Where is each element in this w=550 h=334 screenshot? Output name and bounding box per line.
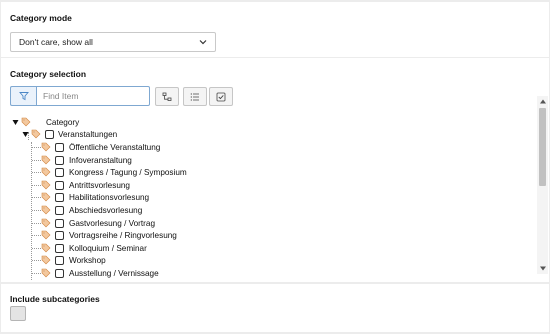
tree-view-button[interactable]: [155, 87, 179, 106]
tree-item-child[interactable]: Kolloquium / Seminar: [41, 242, 147, 254]
checkbox[interactable]: [55, 268, 64, 278]
tag-icon: [41, 230, 51, 240]
checkbox[interactable]: [45, 129, 54, 139]
filter-button[interactable]: [10, 86, 36, 106]
tag-icon: [41, 192, 51, 202]
category-selection-panel: Category selection Find Item Category Ve…: [1, 58, 549, 282]
tree-item-child[interactable]: Kongress / Tagung / Symposium: [41, 166, 187, 178]
scroll-thumb[interactable]: [539, 108, 546, 186]
category-mode-title: Category mode: [10, 13, 72, 23]
list-view-button[interactable]: [183, 87, 207, 106]
category-mode-selected-value: Don't care, show all: [19, 37, 93, 47]
tag-icon: [41, 155, 51, 165]
tree-item-label: Infoveranstaltung: [69, 155, 132, 165]
list-icon: [190, 92, 199, 101]
tree-item-label: Vortragsreihe / Ringvorlesung: [69, 230, 177, 240]
tag-icon: [31, 129, 41, 139]
include-subcategories-title: Include subcategories: [10, 294, 100, 304]
find-item-input[interactable]: [36, 86, 150, 106]
checkbox[interactable]: [55, 218, 64, 228]
category-tree: Category Veranstaltungen Öffentliche Ver…: [1, 112, 549, 280]
checkbox[interactable]: [55, 142, 64, 152]
tree-item-label: Habilitationsvorlesung: [69, 192, 150, 202]
select-all-button[interactable]: [209, 87, 233, 106]
scroll-up-icon[interactable]: [540, 99, 546, 104]
tree-item-child[interactable]: Antrittsvorlesung: [41, 179, 130, 191]
chevron-down-icon: [199, 40, 207, 45]
tree-item-label: Kolloquium / Seminar: [69, 243, 147, 253]
tree-item-label: Veranstaltungen: [58, 129, 118, 139]
checkbox-checked-icon: [216, 92, 226, 101]
filter-icon: [18, 92, 29, 101]
tag-icon: [41, 167, 51, 177]
category-mode-select[interactable]: Don't care, show all: [10, 32, 216, 52]
tree-item-child[interactable]: Öffentliche Veranstaltung: [41, 141, 160, 153]
tree-item-label: Öffentliche Veranstaltung: [69, 142, 161, 152]
category-mode-panel: Category mode Don't care, show all: [1, 2, 549, 57]
scroll-down-icon[interactable]: [540, 266, 546, 271]
tree-item-child[interactable]: Abschiedsvorlesung: [41, 204, 142, 216]
tree-item-child[interactable]: Vortragsreihe / Ringvorlesung: [41, 229, 177, 241]
tag-icon: [41, 268, 51, 278]
checkbox[interactable]: [55, 230, 64, 240]
checkbox[interactable]: [55, 180, 64, 190]
caret-down-icon[interactable]: [22, 131, 29, 138]
include-subcategories-toggle[interactable]: [10, 306, 26, 321]
tag-icon: [41, 142, 51, 152]
tree-item-veranstaltungen[interactable]: Veranstaltungen: [22, 128, 117, 140]
tree-root-category[interactable]: Category: [12, 116, 79, 128]
include-subcategories-panel: Include subcategories: [1, 284, 549, 332]
tree-item-label: Antrittsvorlesung: [69, 180, 130, 190]
checkbox[interactable]: [55, 243, 64, 253]
tree-item-child[interactable]: Workshop: [41, 254, 106, 266]
checkbox[interactable]: [55, 167, 64, 177]
tree-structure-icon: [162, 92, 171, 101]
tree-item-label: Abschiedsvorlesung: [69, 205, 143, 215]
tree-item-label: Kongress / Tagung / Symposium: [69, 167, 187, 177]
tree-root-label: Category: [46, 117, 80, 127]
tag-icon: [41, 205, 51, 215]
tree-scrollbar[interactable]: [537, 96, 548, 274]
checkbox[interactable]: [55, 205, 64, 215]
tree-item-child[interactable]: Gastvorlesung / Vortrag: [41, 217, 155, 229]
category-selection-title: Category selection: [10, 69, 87, 79]
tag-icon: [41, 243, 51, 253]
tree-item-label: Gastvorlesung / Vortrag: [69, 218, 156, 228]
checkbox[interactable]: [55, 155, 64, 165]
tree-item-child[interactable]: Habilitationsvorlesung: [41, 191, 149, 203]
checkbox[interactable]: [55, 255, 64, 265]
tree-item-label: Ausstellung / Vernissage: [69, 268, 159, 278]
tree-item-child[interactable]: Infoveranstaltung: [41, 154, 132, 166]
tag-icon: [41, 180, 51, 190]
caret-down-icon[interactable]: [12, 119, 19, 126]
tag-icon: [41, 255, 51, 265]
tag-icon: [41, 218, 51, 228]
tree-item-label: Workshop: [69, 255, 106, 265]
tag-icon: [21, 117, 31, 127]
tree-item-child[interactable]: Ausstellung / Vernissage: [41, 267, 159, 279]
checkbox[interactable]: [55, 192, 64, 202]
